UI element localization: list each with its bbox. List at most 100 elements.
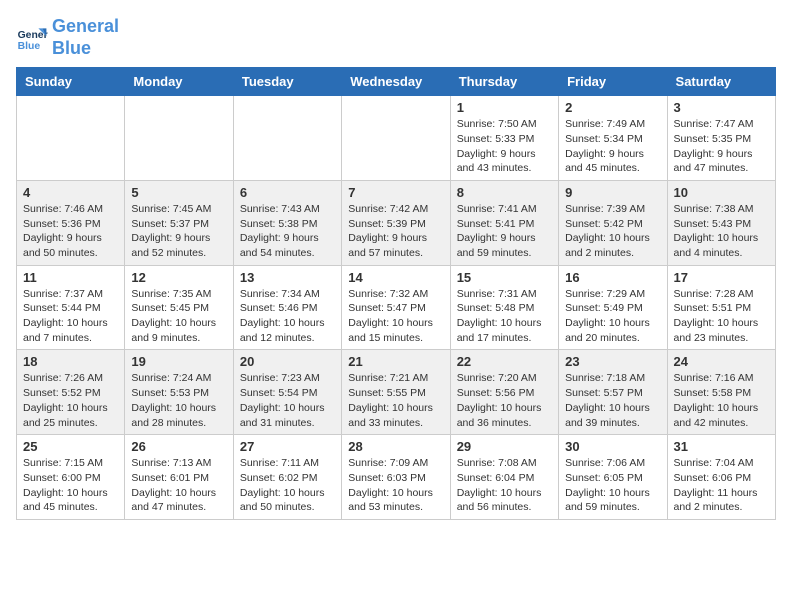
day-number: 28 [348, 439, 443, 454]
day-info: Sunrise: 7:37 AM Sunset: 5:44 PM Dayligh… [23, 287, 118, 346]
day-info: Sunrise: 7:42 AM Sunset: 5:39 PM Dayligh… [348, 202, 443, 261]
day-number: 13 [240, 270, 335, 285]
calendar-cell-w0d3 [342, 96, 450, 181]
calendar-cell-w3d5: 23 Sunrise: 7:18 AM Sunset: 5:57 PM Dayli… [559, 350, 667, 435]
calendar-cell-w3d3: 21 Sunrise: 7:21 AM Sunset: 5:55 PM Dayli… [342, 350, 450, 435]
day-info: Sunrise: 7:06 AM Sunset: 6:05 PM Dayligh… [565, 456, 660, 515]
calendar-cell-w2d4: 15Sunrise: 7:31 AM Sunset: 5:48 PM Dayli… [450, 265, 558, 350]
calendar-cell-w4d6: 31 Sunrise: 7:04 AM Sunset: 6:06 PM Dayli… [667, 435, 775, 520]
logo: General Blue GeneralBlue [16, 16, 119, 59]
day-info: Sunrise: 7:32 AM Sunset: 5:47 PM Dayligh… [348, 287, 443, 346]
calendar-cell-w4d5: 30 Sunrise: 7:06 AM Sunset: 6:05 PM Dayli… [559, 435, 667, 520]
weekday-header-sunday: Sunday [17, 68, 125, 96]
day-info: Sunrise: 7:08 AM Sunset: 6:04 PM Dayligh… [457, 456, 552, 515]
calendar-cell-w1d2: 6 Sunrise: 7:43 AM Sunset: 5:38 PM Daylig… [233, 180, 341, 265]
day-number: 6 [240, 185, 335, 200]
calendar-cell-w1d6: 10Sunrise: 7:38 AM Sunset: 5:43 PM Dayli… [667, 180, 775, 265]
day-number: 7 [348, 185, 443, 200]
svg-text:Blue: Blue [18, 41, 41, 52]
day-info: Sunrise: 7:39 AM Sunset: 5:42 PM Dayligh… [565, 202, 660, 261]
day-info: Sunrise: 7:21 AM Sunset: 5:55 PM Dayligh… [348, 371, 443, 430]
page-header: General Blue GeneralBlue [16, 16, 776, 59]
day-number: 29 [457, 439, 552, 454]
day-info: Sunrise: 7:26 AM Sunset: 5:52 PM Dayligh… [23, 371, 118, 430]
day-info: Sunrise: 7:13 AM Sunset: 6:01 PM Dayligh… [131, 456, 226, 515]
day-number: 3 [674, 100, 769, 115]
day-info: Sunrise: 7:23 AM Sunset: 5:54 PM Dayligh… [240, 371, 335, 430]
day-number: 9 [565, 185, 660, 200]
day-number: 1 [457, 100, 552, 115]
calendar-cell-w3d0: 18 Sunrise: 7:26 AM Sunset: 5:52 PM Dayli… [17, 350, 125, 435]
day-info: Sunrise: 7:16 AM Sunset: 5:58 PM Dayligh… [674, 371, 769, 430]
day-number: 18 [23, 354, 118, 369]
calendar-cell-w2d5: 16 Sunrise: 7:29 AM Sunset: 5:49 PM Dayli… [559, 265, 667, 350]
calendar-cell-w2d1: 12 Sunrise: 7:35 AM Sunset: 5:45 PM Dayli… [125, 265, 233, 350]
day-number: 14 [348, 270, 443, 285]
day-info: Sunrise: 7:11 AM Sunset: 6:02 PM Dayligh… [240, 456, 335, 515]
calendar-cell-w1d1: 5 Sunrise: 7:45 AM Sunset: 5:37 PM Daylig… [125, 180, 233, 265]
day-number: 31 [674, 439, 769, 454]
day-info: Sunrise: 7:50 AM Sunset: 5:33 PM Dayligh… [457, 117, 552, 176]
day-number: 8 [457, 185, 552, 200]
day-number: 20 [240, 354, 335, 369]
day-number: 27 [240, 439, 335, 454]
calendar-cell-w0d6: 3 Sunrise: 7:47 AM Sunset: 5:35 PM Daylig… [667, 96, 775, 181]
day-info: Sunrise: 7:41 AM Sunset: 5:41 PM Dayligh… [457, 202, 552, 261]
day-info: Sunrise: 7:45 AM Sunset: 5:37 PM Dayligh… [131, 202, 226, 261]
day-number: 5 [131, 185, 226, 200]
calendar-cell-w3d1: 19 Sunrise: 7:24 AM Sunset: 5:53 PM Dayli… [125, 350, 233, 435]
calendar-cell-w2d0: 11 Sunrise: 7:37 AM Sunset: 5:44 PM Dayli… [17, 265, 125, 350]
day-info: Sunrise: 7:18 AM Sunset: 5:57 PM Dayligh… [565, 371, 660, 430]
day-info: Sunrise: 7:47 AM Sunset: 5:35 PM Dayligh… [674, 117, 769, 176]
day-info: Sunrise: 7:28 AM Sunset: 5:51 PM Dayligh… [674, 287, 769, 346]
logo-icon: General Blue [16, 22, 48, 54]
day-number: 17 [674, 270, 769, 285]
calendar-cell-w4d3: 28 Sunrise: 7:09 AM Sunset: 6:03 PM Dayli… [342, 435, 450, 520]
day-number: 30 [565, 439, 660, 454]
day-number: 11 [23, 270, 118, 285]
day-info: Sunrise: 7:20 AM Sunset: 5:56 PM Dayligh… [457, 371, 552, 430]
weekday-header-tuesday: Tuesday [233, 68, 341, 96]
day-number: 25 [23, 439, 118, 454]
day-info: Sunrise: 7:35 AM Sunset: 5:45 PM Dayligh… [131, 287, 226, 346]
calendar-cell-w0d0 [17, 96, 125, 181]
day-number: 12 [131, 270, 226, 285]
day-info: Sunrise: 7:09 AM Sunset: 6:03 PM Dayligh… [348, 456, 443, 515]
day-number: 26 [131, 439, 226, 454]
day-number: 16 [565, 270, 660, 285]
day-number: 21 [348, 354, 443, 369]
day-number: 2 [565, 100, 660, 115]
day-number: 4 [23, 185, 118, 200]
logo-text: GeneralBlue [52, 16, 119, 59]
day-number: 23 [565, 354, 660, 369]
calendar-cell-w0d4: 1 Sunrise: 7:50 AM Sunset: 5:33 PM Daylig… [450, 96, 558, 181]
day-info: Sunrise: 7:46 AM Sunset: 5:36 PM Dayligh… [23, 202, 118, 261]
day-info: Sunrise: 7:24 AM Sunset: 5:53 PM Dayligh… [131, 371, 226, 430]
day-info: Sunrise: 7:34 AM Sunset: 5:46 PM Dayligh… [240, 287, 335, 346]
day-info: Sunrise: 7:29 AM Sunset: 5:49 PM Dayligh… [565, 287, 660, 346]
calendar-cell-w2d2: 13 Sunrise: 7:34 AM Sunset: 5:46 PM Dayli… [233, 265, 341, 350]
day-number: 10 [674, 185, 769, 200]
calendar-cell-w0d2 [233, 96, 341, 181]
calendar-cell-w1d3: 7 Sunrise: 7:42 AM Sunset: 5:39 PM Daylig… [342, 180, 450, 265]
calendar-cell-w4d1: 26 Sunrise: 7:13 AM Sunset: 6:01 PM Dayli… [125, 435, 233, 520]
weekday-header-friday: Friday [559, 68, 667, 96]
calendar-cell-w4d4: 29 Sunrise: 7:08 AM Sunset: 6:04 PM Dayli… [450, 435, 558, 520]
day-info: Sunrise: 7:49 AM Sunset: 5:34 PM Dayligh… [565, 117, 660, 176]
calendar-cell-w1d4: 8 Sunrise: 7:41 AM Sunset: 5:41 PM Daylig… [450, 180, 558, 265]
weekday-header-wednesday: Wednesday [342, 68, 450, 96]
day-info: Sunrise: 7:04 AM Sunset: 6:06 PM Dayligh… [674, 456, 769, 515]
calendar-cell-w3d6: 24Sunrise: 7:16 AM Sunset: 5:58 PM Dayli… [667, 350, 775, 435]
calendar-cell-w1d5: 9 Sunrise: 7:39 AM Sunset: 5:42 PM Daylig… [559, 180, 667, 265]
day-info: Sunrise: 7:43 AM Sunset: 5:38 PM Dayligh… [240, 202, 335, 261]
day-number: 15 [457, 270, 552, 285]
calendar-cell-w4d2: 27 Sunrise: 7:11 AM Sunset: 6:02 PM Dayli… [233, 435, 341, 520]
calendar-cell-w2d3: 14 Sunrise: 7:32 AM Sunset: 5:47 PM Dayli… [342, 265, 450, 350]
day-number: 19 [131, 354, 226, 369]
weekday-header-thursday: Thursday [450, 68, 558, 96]
calendar: SundayMondayTuesdayWednesdayThursdayFrid… [16, 67, 776, 520]
weekday-header-monday: Monday [125, 68, 233, 96]
calendar-cell-w2d6: 17 Sunrise: 7:28 AM Sunset: 5:51 PM Dayli… [667, 265, 775, 350]
day-info: Sunrise: 7:15 AM Sunset: 6:00 PM Dayligh… [23, 456, 118, 515]
calendar-cell-w3d2: 20 Sunrise: 7:23 AM Sunset: 5:54 PM Dayli… [233, 350, 341, 435]
